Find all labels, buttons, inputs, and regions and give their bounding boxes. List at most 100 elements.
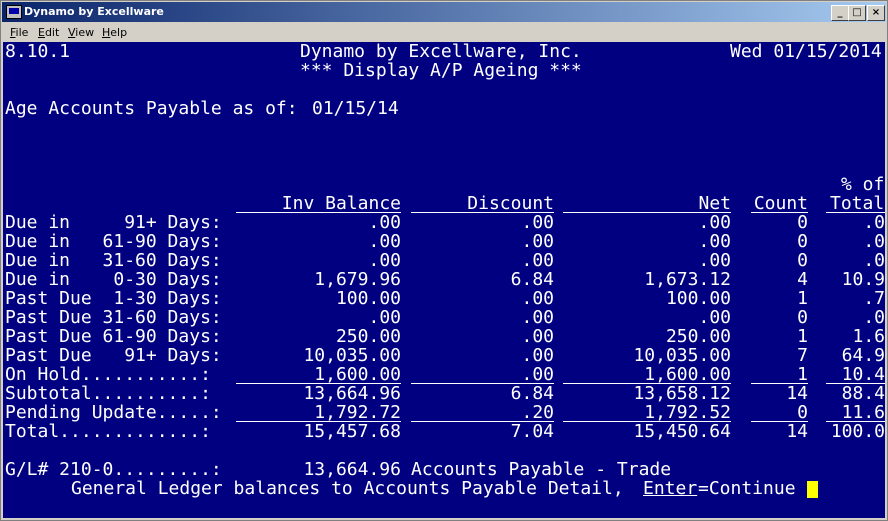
- total-rule-inv: [236, 421, 401, 422]
- row-label: Due in 0-30 Days:: [5, 269, 222, 290]
- row-pct: 100.0: [830, 421, 885, 442]
- row-label: Due in 31-60 Days:: [5, 250, 222, 271]
- age-as-of-field[interactable]: 01/15/14: [312, 99, 399, 118]
- row-label: Pending Update.....:: [5, 402, 222, 423]
- row-pct: 10.4: [841, 364, 885, 385]
- menu-file[interactable]: File: [10, 26, 28, 39]
- text-cursor: [807, 481, 818, 498]
- menu-view[interactable]: View: [68, 26, 94, 39]
- row-label: Total.............:: [5, 421, 211, 442]
- row-inv-balance: 13,664.96: [303, 383, 401, 404]
- row-inv-balance: .00: [368, 307, 401, 328]
- menu-bar: File Edit View Help: [2, 23, 886, 41]
- terminal-icon[interactable]: [6, 5, 22, 19]
- row-pct: 1.6: [852, 326, 885, 347]
- row-pct: 10.9: [841, 269, 885, 290]
- total-rule-pct: [826, 421, 885, 422]
- row-label: Past Due 61-90 Days:: [5, 326, 222, 347]
- row-inv-balance: 1,792.72: [314, 402, 401, 423]
- row-discount: .00: [521, 288, 554, 309]
- row-count: 0: [797, 212, 808, 233]
- row-count: 14: [786, 383, 808, 404]
- row-net: 1,792.52: [644, 402, 731, 423]
- row-pct: .0: [863, 231, 885, 252]
- gl-amount: 13,664.96: [303, 459, 401, 480]
- footer-message: General Ledger balances to Accounts Paya…: [71, 478, 624, 499]
- gl-description: Accounts Payable - Trade: [411, 459, 672, 480]
- row-discount: 7.04: [510, 421, 554, 442]
- gl-account-label: G/L# 210-0.........:: [5, 459, 222, 480]
- row-label: Past Due 91+ Days:: [5, 345, 222, 366]
- row-label: Due in 61-90 Days:: [5, 231, 222, 252]
- row-pct: 88.4: [841, 383, 885, 404]
- row-count: 1: [797, 364, 808, 385]
- col-header-count: Count: [753, 193, 808, 214]
- row-inv-balance: .00: [368, 212, 401, 233]
- row-discount: .00: [521, 364, 554, 385]
- row-net: 1,600.00: [644, 364, 731, 385]
- row-inv-balance: .00: [368, 231, 401, 252]
- row-label: Subtotal..........:: [5, 383, 211, 404]
- maximize-button[interactable]: □: [848, 5, 866, 21]
- title-bar[interactable]: Dynamo by Excellware _ □ ×: [2, 2, 886, 22]
- col-header-pct-line1: % of: [841, 174, 885, 195]
- row-net: .00: [698, 307, 731, 328]
- row-pct: 64.9: [841, 345, 885, 366]
- row-pct: 11.6: [841, 402, 885, 423]
- row-discount: .00: [521, 212, 554, 233]
- row-net: 10,035.00: [633, 345, 731, 366]
- col-header-inv-balance: Inv Balance: [281, 193, 401, 214]
- row-count: 0: [797, 231, 808, 252]
- row-inv-balance: 100.00: [335, 288, 401, 309]
- window-title: Dynamo by Excellware: [24, 5, 164, 18]
- row-discount: .20: [521, 402, 554, 423]
- menu-edit[interactable]: Edit: [38, 26, 59, 39]
- row-count: 7: [797, 345, 808, 366]
- row-label: Past Due 1-30 Days:: [5, 288, 222, 309]
- row-label: Due in 91+ Days:: [5, 212, 222, 233]
- row-discount: .00: [521, 326, 554, 347]
- age-as-of-label: Age Accounts Payable as of:: [5, 98, 298, 119]
- col-header-discount: Discount: [467, 193, 554, 214]
- row-net: 13,658.12: [633, 383, 731, 404]
- row-discount: .00: [521, 250, 554, 271]
- close-button[interactable]: ×: [867, 5, 885, 21]
- row-net: 250.00: [665, 326, 731, 347]
- row-count: 14: [786, 421, 808, 442]
- row-label: On Hold...........:: [5, 364, 211, 385]
- minimize-button[interactable]: _: [831, 5, 849, 21]
- row-inv-balance: 1,679.96: [314, 269, 401, 290]
- row-inv-balance: 1,600.00: [314, 364, 401, 385]
- row-discount: .00: [521, 231, 554, 252]
- row-inv-balance: 10,035.00: [303, 345, 401, 366]
- version-text: 8.10.1: [5, 42, 71, 62]
- row-count: 1: [797, 288, 808, 309]
- subtotal-rule-count: [751, 383, 808, 384]
- screen-title: *** Display A/P Ageing ***: [300, 60, 582, 81]
- row-discount: 6.84: [510, 383, 554, 404]
- row-net: .00: [698, 231, 731, 252]
- app-window: Dynamo by Excellware _ □ × File Edit Vie…: [0, 0, 888, 521]
- enter-key-hint[interactable]: Enter: [643, 479, 697, 498]
- row-inv-balance: .00: [368, 250, 401, 271]
- row-pct: .7: [863, 288, 885, 309]
- continue-action: =Continue: [698, 478, 796, 499]
- row-count: 0: [797, 402, 808, 423]
- row-pct: .0: [863, 250, 885, 271]
- terminal-screen[interactable]: 8.10.1 Dynamo by Excellware, Inc. *** Di…: [3, 42, 885, 518]
- col-header-net: Net: [698, 193, 731, 214]
- row-discount: 6.84: [510, 269, 554, 290]
- close-icon: ×: [871, 7, 881, 18]
- company-name: Dynamo by Excellware, Inc.: [300, 42, 582, 62]
- row-net: .00: [698, 250, 731, 271]
- row-discount: .00: [521, 307, 554, 328]
- subtotal-rule-disc: [411, 383, 554, 384]
- row-net: 100.00: [665, 288, 731, 309]
- menu-help[interactable]: Help: [102, 26, 127, 39]
- row-count: 0: [797, 307, 808, 328]
- row-count: 0: [797, 250, 808, 271]
- row-count: 1: [797, 326, 808, 347]
- row-inv-balance: 250.00: [335, 326, 401, 347]
- row-count: 4: [797, 269, 808, 290]
- maximize-icon: □: [852, 7, 862, 18]
